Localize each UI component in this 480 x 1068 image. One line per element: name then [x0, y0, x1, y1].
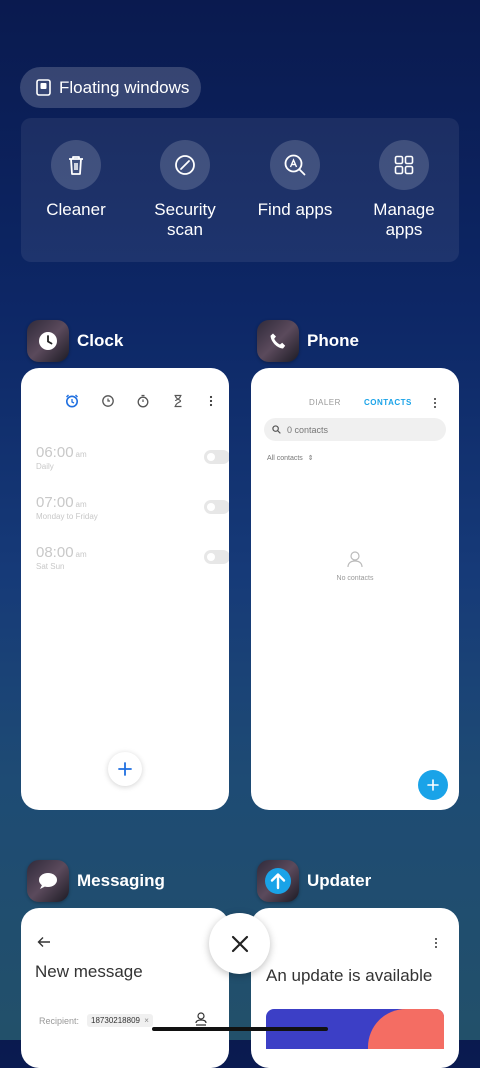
- empty-state-text: No contacts: [336, 575, 374, 582]
- recipient-row[interactable]: Recipient: 18730218809 ×: [39, 1014, 153, 1027]
- world-clock-icon[interactable]: [101, 394, 115, 408]
- messaging-app-header[interactable]: Messaging: [27, 860, 165, 902]
- grid-icon: [394, 155, 414, 175]
- manage-apps-label: Manage apps: [373, 200, 435, 239]
- floating-window-icon: [36, 79, 51, 96]
- floating-windows-button[interactable]: Floating windows: [20, 67, 201, 108]
- home-indicator[interactable]: [152, 1027, 328, 1031]
- clock-tab-bar: [65, 394, 215, 410]
- update-available-title: An update is available: [266, 966, 433, 985]
- recipient-value: 18730218809: [91, 1016, 140, 1025]
- alarm-ampm: am: [75, 500, 87, 509]
- cleaner-button[interactable]: Cleaner: [26, 140, 126, 220]
- clock-app-icon: [27, 320, 69, 362]
- contacts-filter-dropdown[interactable]: All contacts ⇕: [267, 454, 314, 462]
- plus-icon: [427, 779, 439, 791]
- security-scan-button[interactable]: Security scan: [135, 140, 235, 240]
- manage-apps-button[interactable]: Manage apps: [354, 140, 454, 240]
- alarm-item[interactable]: 06:00 am Daily: [36, 444, 229, 471]
- updater-app-header[interactable]: Updater: [257, 860, 371, 902]
- alarm-repeat: Sat Sun: [36, 562, 65, 571]
- updater-app-icon: [257, 860, 299, 902]
- clock-app-name: Clock: [77, 331, 124, 350]
- more-options-icon[interactable]: [204, 394, 218, 408]
- updater-app-card[interactable]: An update is available: [251, 908, 459, 1068]
- security-scan-icon: [175, 155, 195, 175]
- stopwatch-icon[interactable]: [136, 394, 150, 408]
- more-options-icon[interactable]: [429, 397, 441, 409]
- alarm-ampm: am: [75, 450, 87, 459]
- messaging-app-name: Messaging: [77, 871, 165, 890]
- alarm-repeat: Daily: [36, 462, 54, 471]
- phone-app-header[interactable]: Phone: [257, 320, 359, 362]
- alarm-ampm: am: [75, 550, 87, 559]
- person-icon: [347, 551, 363, 568]
- alarm-toggle[interactable]: [204, 500, 229, 514]
- alarm-item[interactable]: 07:00 am Monday to Friday: [36, 494, 229, 521]
- cleaner-label: Cleaner: [46, 200, 106, 219]
- alarm-item[interactable]: 08:00 am Sat Sun: [36, 544, 229, 571]
- contacts-search-input[interactable]: 0 contacts: [264, 418, 446, 441]
- alarm-repeat: Monday to Friday: [36, 512, 98, 521]
- tab-contacts[interactable]: CONTACTS: [364, 398, 412, 407]
- filter-label: All contacts: [267, 455, 303, 462]
- empty-state: No contacts: [251, 550, 459, 582]
- new-message-title: New message: [35, 962, 143, 981]
- remove-icon[interactable]: ×: [144, 1016, 149, 1025]
- clear-all-button[interactable]: [209, 913, 270, 974]
- plus-icon: [118, 762, 132, 776]
- quick-actions-panel: Cleaner Security scan Find apps Manage a…: [21, 118, 459, 262]
- back-arrow-icon[interactable]: [37, 936, 51, 948]
- search-placeholder: 0 contacts: [287, 424, 329, 435]
- timer-icon[interactable]: [171, 394, 185, 408]
- messaging-app-card[interactable]: New message Recipient: 18730218809 ×: [21, 908, 229, 1068]
- find-apps-icon: [284, 154, 306, 176]
- phone-app-card[interactable]: DIALER CONTACTS 0 contacts All contacts …: [251, 368, 459, 810]
- tab-dialer[interactable]: DIALER: [309, 398, 341, 407]
- clock-app-card[interactable]: 06:00 am Daily 07:00 am Monday to Friday 0…: [21, 368, 229, 810]
- alarm-icon[interactable]: [65, 394, 79, 408]
- security-scan-label: Security scan: [154, 200, 216, 239]
- alarm-time: 07:00: [36, 494, 74, 511]
- banner-accent: [368, 1009, 444, 1049]
- alarm-toggle[interactable]: [204, 450, 229, 464]
- find-apps-label: Find apps: [257, 200, 333, 219]
- close-icon: [231, 935, 248, 952]
- contact-picker-icon[interactable]: [195, 1012, 207, 1026]
- trash-icon: [69, 156, 83, 175]
- recipient-chip[interactable]: 18730218809 ×: [87, 1014, 153, 1027]
- messaging-app-icon: [27, 860, 69, 902]
- alarm-time: 06:00: [36, 444, 74, 461]
- alarm-time: 08:00: [36, 544, 74, 561]
- alarm-toggle[interactable]: [204, 550, 229, 564]
- recipient-label: Recipient:: [39, 1015, 80, 1026]
- add-contact-button[interactable]: [418, 770, 448, 800]
- sort-icon: ⇕: [307, 455, 314, 462]
- search-icon: [272, 425, 281, 434]
- phone-app-icon: [257, 320, 299, 362]
- find-apps-button[interactable]: Find apps: [245, 140, 345, 220]
- more-options-icon[interactable]: [430, 937, 442, 949]
- updater-app-name: Updater: [307, 871, 372, 890]
- floating-windows-label: Floating windows: [59, 77, 190, 97]
- clock-app-header[interactable]: Clock: [27, 320, 123, 362]
- add-alarm-button[interactable]: [108, 752, 142, 786]
- phone-app-name: Phone: [307, 331, 359, 350]
